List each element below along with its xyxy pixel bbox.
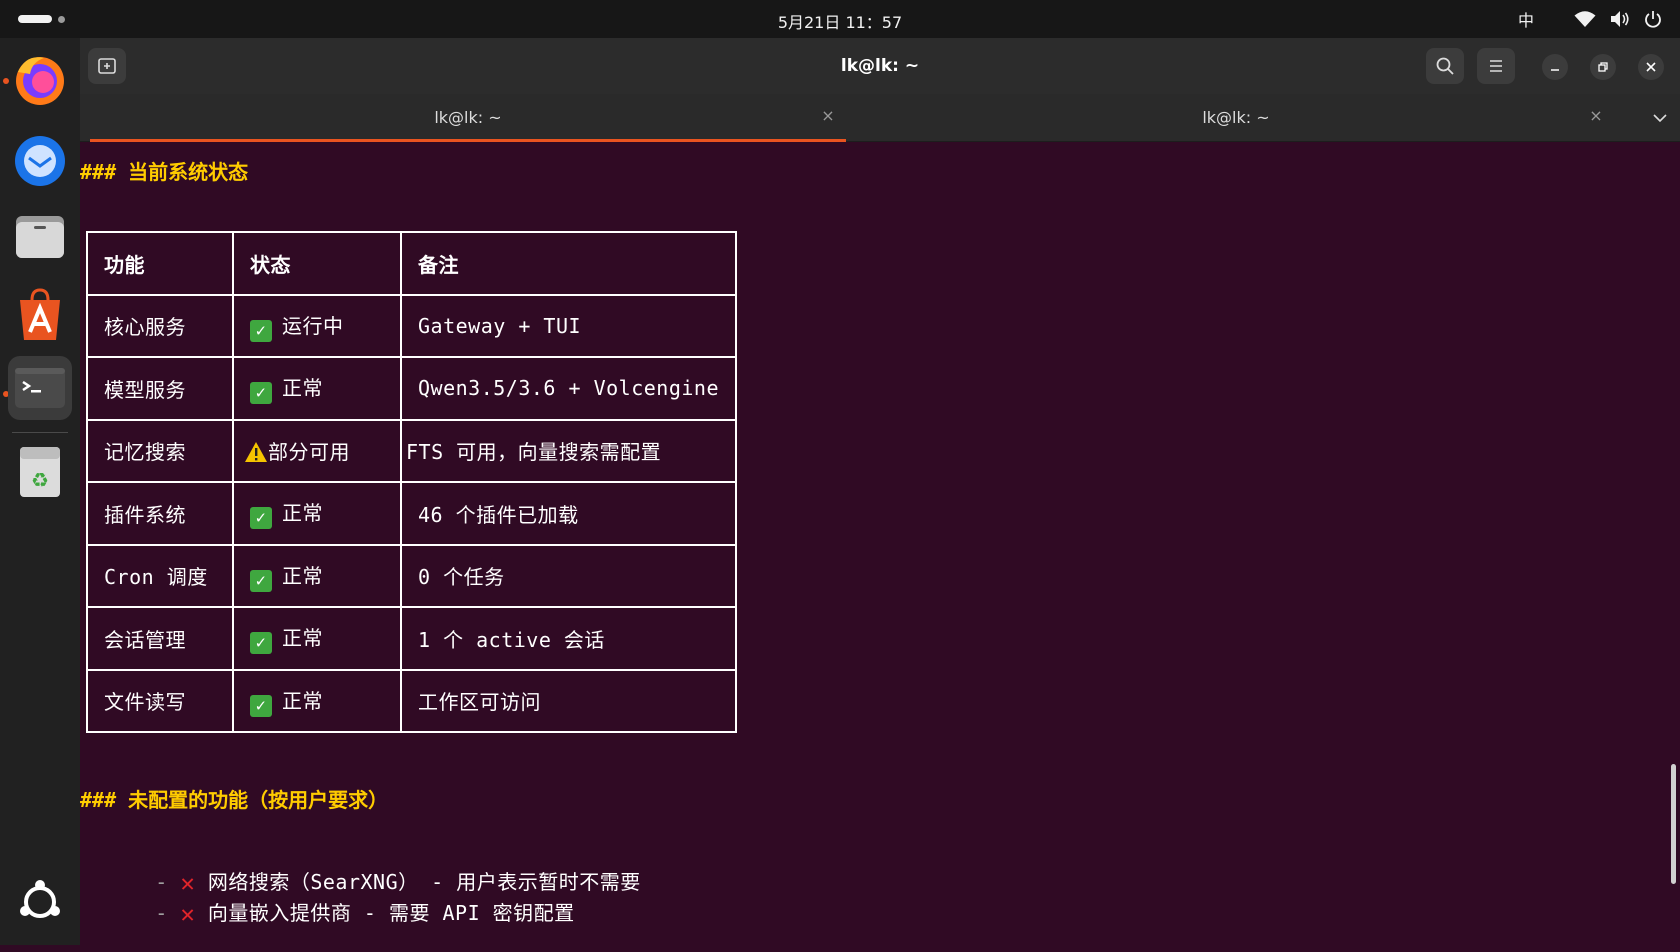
status-text: 正常 — [282, 626, 323, 651]
activities-indicator[interactable] — [18, 15, 65, 23]
status-cell: ✓ 正常 — [232, 356, 402, 421]
column-header: 状态 — [232, 231, 402, 296]
feature-cell: 会话管理 — [86, 606, 234, 671]
status-cell: ✓ 正常 — [232, 606, 402, 671]
status-table: 功能 状态 备注 核心服务 ✓ 运行中 Gateway + TUI 模型服务 ✓ 正… — [86, 231, 737, 733]
header-bar: lk@lk: ~ — [80, 38, 1680, 94]
note-cell: Gateway + TUI — [400, 293, 737, 358]
tab-list-dropdown[interactable] — [1648, 106, 1672, 130]
note-cell: 1 个 active 会话 — [400, 606, 737, 671]
check-icon: ✓ — [250, 694, 272, 717]
tab-label: lk@lk: ~ — [434, 108, 502, 127]
note-cell: FTS 可用，向量搜索需配置 — [400, 418, 737, 483]
note-cell: 0 个任务 — [400, 543, 737, 608]
check-icon: ✓ — [250, 382, 272, 405]
check-icon: ✓ — [250, 632, 272, 655]
check-icon: ✓ — [250, 569, 272, 592]
feature-cell: 核心服务 — [86, 293, 234, 358]
bullet-dash: - — [155, 901, 168, 925]
table-row: 模型服务 ✓ 正常 Qwen3.5/3.6 + Volcengine — [86, 356, 737, 421]
status-cell: ✓ 正常 — [232, 481, 402, 546]
firefox-icon[interactable] — [8, 48, 72, 112]
top-bar: 5月21日 11：57 中 — [0, 0, 1680, 38]
new-tab-button[interactable] — [88, 48, 126, 84]
status-text: 正常 — [282, 563, 323, 588]
app-center-icon[interactable] — [8, 282, 72, 346]
volume-icon[interactable] — [1610, 10, 1630, 28]
column-header: 功能 — [86, 231, 234, 296]
feature-cell: 文件读写 — [86, 668, 234, 733]
terminal-icon[interactable] — [8, 356, 72, 420]
scrollbar-thumb[interactable] — [1671, 764, 1676, 884]
minimize-icon — [1551, 69, 1559, 71]
ubuntu-logo-icon[interactable] — [8, 870, 72, 934]
svg-text:♻: ♻ — [31, 468, 49, 492]
clock[interactable]: 5月21日 11：57 — [778, 13, 902, 32]
wifi-icon[interactable] — [1574, 10, 1596, 28]
table-row: 核心服务 ✓ 运行中 Gateway + TUI — [86, 293, 737, 358]
dock: ♻ — [0, 38, 80, 945]
table-row: 插件系统 ✓ 正常 46 个插件已加载 — [86, 481, 737, 546]
table-row: 会话管理 ✓ 正常 1 个 active 会话 — [86, 606, 737, 671]
status-cell: 部分可用 — [232, 418, 402, 483]
dock-separator — [12, 432, 68, 433]
tab-1[interactable]: lk@lk: ~ × — [90, 94, 846, 142]
hamburger-menu-icon — [1490, 60, 1502, 72]
restore-icon — [1598, 62, 1608, 72]
feature-cell: 模型服务 — [86, 356, 234, 421]
tab-label: lk@lk: ~ — [1202, 108, 1270, 127]
tab-close-icon[interactable]: × — [1586, 106, 1606, 126]
tab-2[interactable]: lk@lk: ~ × — [858, 94, 1614, 142]
power-icon[interactable] — [1644, 10, 1662, 28]
cross-icon: ✕ — [180, 900, 196, 928]
files-icon[interactable] — [8, 204, 72, 268]
feature-cell: Cron 调度 — [86, 543, 234, 608]
search-button[interactable] — [1426, 48, 1464, 84]
restore-button[interactable] — [1590, 54, 1616, 80]
check-icon: ✓ — [250, 319, 272, 342]
workspace-dot — [58, 15, 65, 23]
note-cell: 工作区可访问 — [400, 668, 737, 733]
search-icon — [1436, 57, 1454, 75]
table-row: 文件读写 ✓ 正常 工作区可访问 — [86, 668, 737, 733]
workspace-active-pill — [18, 15, 52, 23]
note-cell: 46 个插件已加载 — [400, 481, 737, 546]
warning-icon — [244, 441, 268, 463]
chevron-down-icon — [1653, 114, 1667, 123]
table-row: Cron 调度 ✓ 正常 0 个任务 — [86, 543, 737, 608]
section-heading-status: ### 当前系统状态 — [80, 160, 249, 184]
list-item: - ✕ 向量嵌入提供商 - 需要 API 密钥配置 — [80, 873, 575, 952]
trash-icon[interactable]: ♻ — [8, 440, 72, 504]
thunderbird-icon[interactable] — [8, 128, 72, 192]
window-title: lk@lk: ~ — [840, 56, 920, 76]
close-icon — [1646, 62, 1656, 72]
menu-button[interactable] — [1477, 48, 1515, 84]
terminal-output[interactable]: ### 当前系统状态 功能 状态 备注 核心服务 ✓ 运行中 Gateway + … — [80, 142, 1680, 945]
feature-cell: 插件系统 — [86, 481, 234, 546]
list-item-text: 向量嵌入提供商 - 需要 API 密钥配置 — [207, 901, 575, 925]
terminal-window: lk@lk: ~ lk@lk: ~ × lk@lk: ~ × ### 当前系统状… — [80, 38, 1680, 945]
input-method-indicator[interactable]: 中 — [1518, 7, 1534, 31]
system-tray[interactable]: 中 — [1518, 6, 1662, 32]
status-cell: ✓ 正常 — [232, 543, 402, 608]
note-cell: Qwen3.5/3.6 + Volcengine — [400, 356, 737, 421]
column-header: 备注 — [400, 231, 737, 296]
status-text: 部分可用 — [268, 440, 350, 465]
tab-close-icon[interactable]: × — [818, 106, 838, 126]
status-cell: ✓ 运行中 — [232, 293, 402, 358]
table-header-row: 功能 状态 备注 — [86, 231, 737, 296]
status-cell: ✓ 正常 — [232, 668, 402, 733]
status-text: 运行中 — [282, 313, 344, 338]
tab-bar: lk@lk: ~ × lk@lk: ~ × — [80, 94, 1680, 142]
feature-cell: 记忆搜索 — [86, 418, 234, 483]
check-icon: ✓ — [250, 507, 272, 530]
status-text: 正常 — [282, 688, 323, 713]
table-row: 记忆搜索 部分可用 FTS 可用，向量搜索需配置 — [86, 418, 737, 483]
close-button[interactable] — [1638, 54, 1664, 80]
status-text: 正常 — [282, 376, 323, 401]
minimize-button[interactable] — [1542, 54, 1568, 80]
status-text: 正常 — [282, 501, 323, 526]
section-heading-unconfigured: ### 未配置的功能（按用户要求） — [80, 788, 389, 812]
